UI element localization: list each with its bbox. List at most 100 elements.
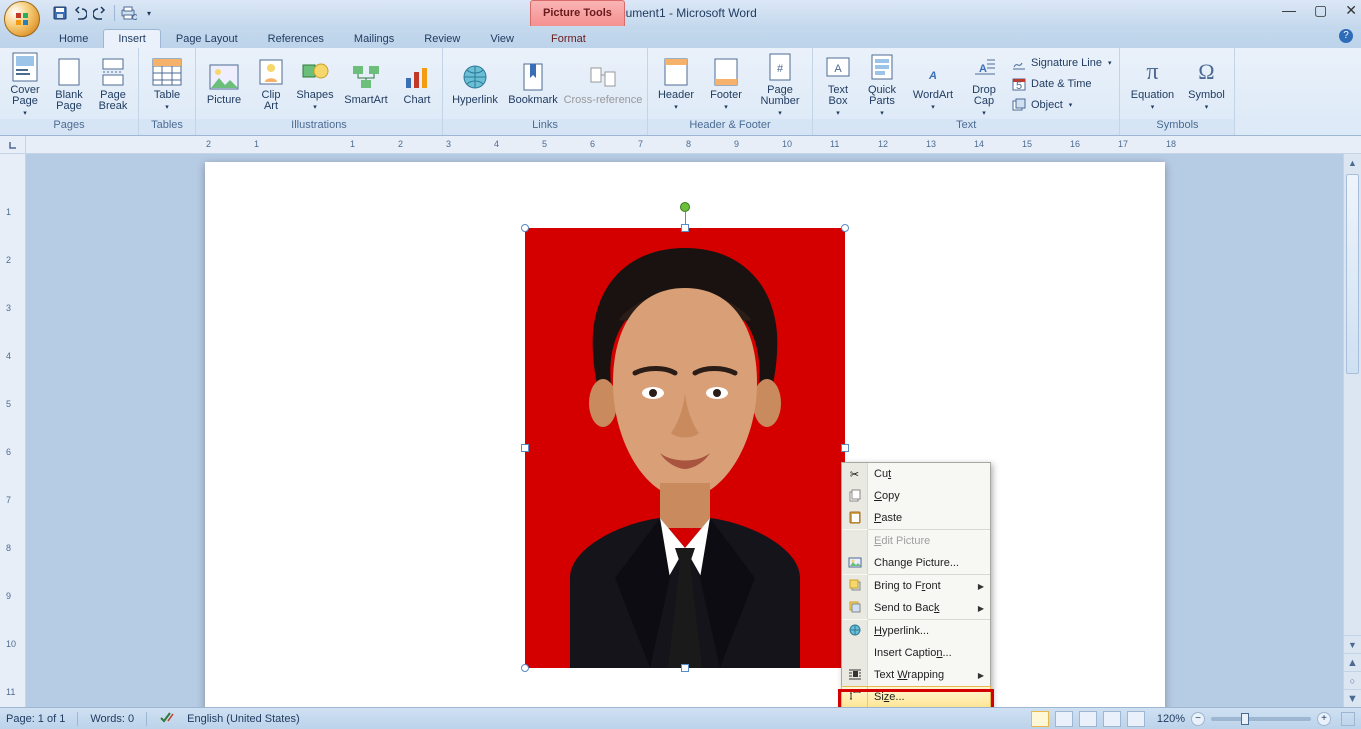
- tab-view[interactable]: View: [475, 29, 529, 48]
- browse-object-button[interactable]: ○: [1344, 671, 1361, 689]
- footer-button[interactable]: Footer: [702, 51, 750, 117]
- zoom-out-button[interactable]: −: [1191, 712, 1205, 726]
- rotate-handle[interactable]: [680, 202, 690, 212]
- scroll-up-button[interactable]: ▲: [1344, 154, 1361, 172]
- status-words[interactable]: Words: 0: [90, 713, 134, 725]
- ctx-size[interactable]: Size...: [841, 686, 991, 707]
- hyperlink-ctx-icon: [848, 623, 862, 640]
- ctx-text-wrapping[interactable]: Text Wrapping▶: [842, 664, 990, 686]
- bookmark-button[interactable]: Bookmark: [505, 51, 561, 117]
- group-text: AText Box Quick Parts AWordArt ADrop Cap…: [813, 48, 1120, 135]
- zoom-slider-knob[interactable]: [1241, 713, 1249, 725]
- qat-customize-icon[interactable]: ▾: [141, 5, 157, 21]
- group-pages: Cover Page Blank Page Page Break Pages: [0, 48, 139, 135]
- close-button[interactable]: ✕: [1345, 2, 1357, 19]
- clipart-button[interactable]: Clip Art: [250, 51, 292, 117]
- help-icon[interactable]: ?: [1339, 29, 1353, 43]
- ctx-bring-to-front[interactable]: Bring to Front▶: [842, 575, 990, 597]
- status-language[interactable]: English (United States): [187, 713, 300, 725]
- redo-icon[interactable]: [92, 5, 108, 21]
- resize-handle-nw[interactable]: [521, 224, 529, 232]
- ctx-insert-caption[interactable]: Insert Caption...: [842, 642, 990, 664]
- tab-insert[interactable]: Insert: [103, 29, 161, 48]
- pagenumber-button[interactable]: #Page Number: [752, 51, 808, 117]
- save-icon[interactable]: [52, 5, 68, 21]
- resize-handle-n[interactable]: [681, 224, 689, 232]
- cover-page-button[interactable]: Cover Page: [4, 51, 46, 117]
- zoom-slider[interactable]: [1211, 717, 1311, 721]
- quickparts-button[interactable]: Quick Parts: [861, 51, 903, 117]
- maximize-button[interactable]: ▢: [1314, 2, 1327, 19]
- tab-page-layout[interactable]: Page Layout: [161, 29, 253, 48]
- resize-handle-s[interactable]: [681, 664, 689, 672]
- ribbon: Cover Page Blank Page Page Break Pages T…: [0, 48, 1361, 136]
- svg-text:#: #: [777, 63, 784, 75]
- resize-handle-sw[interactable]: [521, 664, 529, 672]
- signature-line-button[interactable]: Signature Line▾: [1011, 53, 1111, 73]
- tab-home[interactable]: Home: [44, 29, 103, 48]
- table-button[interactable]: Table: [143, 51, 191, 117]
- picture-button[interactable]: Picture: [200, 51, 248, 117]
- resize-handle-ne[interactable]: [841, 224, 849, 232]
- view-draft[interactable]: [1127, 711, 1145, 727]
- shapes-button[interactable]: Shapes: [294, 51, 336, 117]
- vertical-scrollbar[interactable]: ▲ ▼ ▲ ○ ▼: [1343, 154, 1361, 707]
- print-preview-icon[interactable]: [121, 5, 137, 21]
- resize-handle-e[interactable]: [841, 444, 849, 452]
- equation-button[interactable]: πEquation: [1124, 51, 1180, 117]
- zoom-in-button[interactable]: +: [1317, 712, 1331, 726]
- minimize-button[interactable]: —: [1282, 2, 1296, 19]
- svg-text:A: A: [979, 63, 987, 75]
- footer-icon: [710, 56, 742, 88]
- horizontal-ruler[interactable]: 21123456789101112131415161718: [26, 136, 1361, 154]
- scroll-thumb[interactable]: [1346, 174, 1359, 374]
- ctx-hyperlink[interactable]: Hyperlink...: [842, 620, 990, 642]
- symbol-button[interactable]: ΩSymbol: [1182, 51, 1230, 117]
- browse-next-button[interactable]: ▼: [1344, 689, 1361, 707]
- tab-selector[interactable]: [0, 136, 26, 154]
- office-button[interactable]: [4, 1, 40, 37]
- ctx-change-picture[interactable]: Change Picture...: [842, 552, 990, 574]
- tab-references[interactable]: References: [253, 29, 339, 48]
- cut-icon: ✂: [850, 468, 859, 481]
- tab-review[interactable]: Review: [409, 29, 475, 48]
- date-time-button[interactable]: 5Date & Time: [1011, 74, 1111, 94]
- page-break-button[interactable]: Page Break: [92, 51, 134, 117]
- selected-picture[interactable]: [525, 228, 845, 668]
- pagenumber-icon: #: [764, 51, 796, 83]
- view-web-layout[interactable]: [1079, 711, 1097, 727]
- hyperlink-button[interactable]: Hyperlink: [447, 51, 503, 117]
- tab-format[interactable]: Format: [530, 29, 607, 48]
- resize-handle-w[interactable]: [521, 444, 529, 452]
- undo-icon[interactable]: [72, 5, 88, 21]
- textbox-button[interactable]: AText Box: [817, 51, 859, 117]
- tab-mailings[interactable]: Mailings: [339, 29, 409, 48]
- change-picture-icon: [848, 555, 862, 572]
- page-scroll-area[interactable]: ✂Cut Copy Paste Edit Picture Change Pict…: [26, 154, 1343, 707]
- smartart-button[interactable]: SmartArt: [338, 51, 394, 117]
- vertical-ruler[interactable]: 1234567891011: [0, 154, 26, 707]
- ctx-send-to-back[interactable]: Send to Back▶: [842, 597, 990, 619]
- zoom-fit-button[interactable]: [1341, 712, 1355, 726]
- clipart-icon: [255, 56, 287, 88]
- dropcap-button[interactable]: ADrop Cap: [963, 51, 1005, 117]
- object-button[interactable]: Object▾: [1011, 95, 1111, 115]
- chart-button[interactable]: Chart: [396, 51, 438, 117]
- scroll-down-button[interactable]: ▼: [1344, 635, 1361, 653]
- shapes-icon: [299, 56, 331, 88]
- browse-prev-button[interactable]: ▲: [1344, 653, 1361, 671]
- view-outline[interactable]: [1103, 711, 1121, 727]
- wordart-button[interactable]: AWordArt: [905, 51, 961, 117]
- header-button[interactable]: Header: [652, 51, 700, 117]
- status-page[interactable]: Page: 1 of 1: [6, 713, 65, 725]
- ctx-paste[interactable]: Paste: [842, 507, 990, 529]
- blank-page-button[interactable]: Blank Page: [48, 51, 90, 117]
- view-print-layout[interactable]: [1031, 711, 1049, 727]
- crossref-button[interactable]: Cross-reference: [563, 51, 643, 117]
- ctx-copy[interactable]: Copy: [842, 485, 990, 507]
- ctx-cut[interactable]: ✂Cut: [842, 463, 990, 485]
- view-full-screen[interactable]: [1055, 711, 1073, 727]
- zoom-level[interactable]: 120%: [1157, 713, 1185, 725]
- proofing-icon[interactable]: [159, 710, 175, 727]
- send-back-icon: [848, 600, 862, 617]
